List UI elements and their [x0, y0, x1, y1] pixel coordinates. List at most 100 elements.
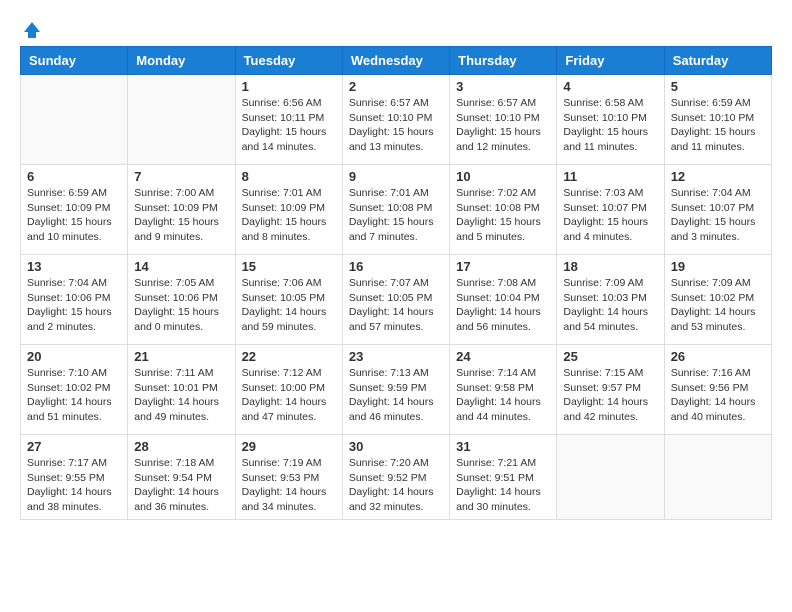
sunset: Sunset: 10:09 PM	[134, 201, 228, 216]
calendar-cell: 4 Sunrise: 6:58 AM Sunset: 10:10 PM Dayl…	[557, 75, 664, 165]
sunset: Sunset: 10:09 PM	[242, 201, 336, 216]
sunset: Sunset: 10:09 PM	[27, 201, 121, 216]
calendar-cell: 29 Sunrise: 7:19 AM Sunset: 9:53 PM Dayl…	[235, 435, 342, 520]
calendar-cell: 10 Sunrise: 7:02 AM Sunset: 10:08 PM Day…	[450, 165, 557, 255]
daylight: Daylight: 14 hours and 59 minutes.	[242, 305, 336, 334]
calendar-cell	[128, 75, 235, 165]
sunrise: Sunrise: 7:14 AM	[456, 366, 550, 381]
calendar-header: SundayMondayTuesdayWednesdayThursdayFrid…	[21, 47, 772, 75]
day-number: 29	[242, 439, 336, 454]
sunset: Sunset: 9:55 PM	[27, 471, 121, 486]
day-number: 7	[134, 169, 228, 184]
daylight: Daylight: 14 hours and 30 minutes.	[456, 485, 550, 514]
day-info: Sunrise: 7:00 AM Sunset: 10:09 PM Daylig…	[134, 186, 228, 245]
daylight: Daylight: 14 hours and 46 minutes.	[349, 395, 443, 424]
sunrise: Sunrise: 6:59 AM	[27, 186, 121, 201]
day-number: 26	[671, 349, 765, 364]
weekday-header: Sunday	[21, 47, 128, 75]
sunrise: Sunrise: 7:16 AM	[671, 366, 765, 381]
daylight: Daylight: 15 hours and 5 minutes.	[456, 215, 550, 244]
day-number: 27	[27, 439, 121, 454]
calendar-cell	[557, 435, 664, 520]
calendar-cell: 17 Sunrise: 7:08 AM Sunset: 10:04 PM Day…	[450, 255, 557, 345]
weekday-header: Saturday	[664, 47, 771, 75]
day-info: Sunrise: 7:09 AM Sunset: 10:02 PM Daylig…	[671, 276, 765, 335]
calendar-cell: 2 Sunrise: 6:57 AM Sunset: 10:10 PM Dayl…	[342, 75, 449, 165]
sunset: Sunset: 10:05 PM	[349, 291, 443, 306]
sunrise: Sunrise: 7:07 AM	[349, 276, 443, 291]
day-info: Sunrise: 7:02 AM Sunset: 10:08 PM Daylig…	[456, 186, 550, 245]
calendar-cell: 15 Sunrise: 7:06 AM Sunset: 10:05 PM Day…	[235, 255, 342, 345]
calendar-cell: 18 Sunrise: 7:09 AM Sunset: 10:03 PM Day…	[557, 255, 664, 345]
sunrise: Sunrise: 7:08 AM	[456, 276, 550, 291]
day-info: Sunrise: 7:04 AM Sunset: 10:07 PM Daylig…	[671, 186, 765, 245]
day-number: 31	[456, 439, 550, 454]
calendar-cell: 5 Sunrise: 6:59 AM Sunset: 10:10 PM Dayl…	[664, 75, 771, 165]
day-info: Sunrise: 7:05 AM Sunset: 10:06 PM Daylig…	[134, 276, 228, 335]
day-number: 11	[563, 169, 657, 184]
weekday-header: Thursday	[450, 47, 557, 75]
sunset: Sunset: 9:57 PM	[563, 381, 657, 396]
logo-icon	[22, 20, 42, 40]
calendar-cell: 23 Sunrise: 7:13 AM Sunset: 9:59 PM Dayl…	[342, 345, 449, 435]
sunrise: Sunrise: 7:09 AM	[671, 276, 765, 291]
sunrise: Sunrise: 7:20 AM	[349, 456, 443, 471]
sunrise: Sunrise: 7:18 AM	[134, 456, 228, 471]
day-number: 6	[27, 169, 121, 184]
sunset: Sunset: 10:10 PM	[349, 111, 443, 126]
calendar-row: 20 Sunrise: 7:10 AM Sunset: 10:02 PM Day…	[21, 345, 772, 435]
day-info: Sunrise: 7:21 AM Sunset: 9:51 PM Dayligh…	[456, 456, 550, 515]
calendar-row: 6 Sunrise: 6:59 AM Sunset: 10:09 PM Dayl…	[21, 165, 772, 255]
sunrise: Sunrise: 6:57 AM	[456, 96, 550, 111]
sunset: Sunset: 10:07 PM	[671, 201, 765, 216]
day-number: 22	[242, 349, 336, 364]
sunrise: Sunrise: 6:56 AM	[242, 96, 336, 111]
daylight: Daylight: 14 hours and 47 minutes.	[242, 395, 336, 424]
calendar-row: 13 Sunrise: 7:04 AM Sunset: 10:06 PM Day…	[21, 255, 772, 345]
calendar: SundayMondayTuesdayWednesdayThursdayFrid…	[20, 46, 772, 520]
day-number: 5	[671, 79, 765, 94]
sunrise: Sunrise: 7:03 AM	[563, 186, 657, 201]
sunset: Sunset: 9:51 PM	[456, 471, 550, 486]
day-info: Sunrise: 7:09 AM Sunset: 10:03 PM Daylig…	[563, 276, 657, 335]
daylight: Daylight: 15 hours and 14 minutes.	[242, 125, 336, 154]
daylight: Daylight: 14 hours and 44 minutes.	[456, 395, 550, 424]
day-number: 10	[456, 169, 550, 184]
sunset: Sunset: 10:08 PM	[349, 201, 443, 216]
sunset: Sunset: 9:54 PM	[134, 471, 228, 486]
day-info: Sunrise: 7:06 AM Sunset: 10:05 PM Daylig…	[242, 276, 336, 335]
sunset: Sunset: 10:07 PM	[563, 201, 657, 216]
sunrise: Sunrise: 7:15 AM	[563, 366, 657, 381]
sunset: Sunset: 10:11 PM	[242, 111, 336, 126]
sunset: Sunset: 9:59 PM	[349, 381, 443, 396]
sunset: Sunset: 9:58 PM	[456, 381, 550, 396]
sunset: Sunset: 10:01 PM	[134, 381, 228, 396]
daylight: Daylight: 15 hours and 12 minutes.	[456, 125, 550, 154]
calendar-cell: 6 Sunrise: 6:59 AM Sunset: 10:09 PM Dayl…	[21, 165, 128, 255]
sunrise: Sunrise: 7:17 AM	[27, 456, 121, 471]
day-info: Sunrise: 7:01 AM Sunset: 10:08 PM Daylig…	[349, 186, 443, 245]
day-number: 8	[242, 169, 336, 184]
daylight: Daylight: 15 hours and 10 minutes.	[27, 215, 121, 244]
sunset: Sunset: 9:53 PM	[242, 471, 336, 486]
daylight: Daylight: 15 hours and 13 minutes.	[349, 125, 443, 154]
calendar-cell: 27 Sunrise: 7:17 AM Sunset: 9:55 PM Dayl…	[21, 435, 128, 520]
calendar-cell: 8 Sunrise: 7:01 AM Sunset: 10:09 PM Dayl…	[235, 165, 342, 255]
daylight: Daylight: 14 hours and 40 minutes.	[671, 395, 765, 424]
day-number: 16	[349, 259, 443, 274]
day-number: 9	[349, 169, 443, 184]
sunrise: Sunrise: 7:13 AM	[349, 366, 443, 381]
calendar-cell: 24 Sunrise: 7:14 AM Sunset: 9:58 PM Dayl…	[450, 345, 557, 435]
sunrise: Sunrise: 7:01 AM	[349, 186, 443, 201]
sunrise: Sunrise: 7:11 AM	[134, 366, 228, 381]
sunset: Sunset: 10:10 PM	[563, 111, 657, 126]
day-number: 28	[134, 439, 228, 454]
day-info: Sunrise: 7:08 AM Sunset: 10:04 PM Daylig…	[456, 276, 550, 335]
calendar-cell: 12 Sunrise: 7:04 AM Sunset: 10:07 PM Day…	[664, 165, 771, 255]
daylight: Daylight: 15 hours and 8 minutes.	[242, 215, 336, 244]
sunrise: Sunrise: 6:59 AM	[671, 96, 765, 111]
calendar-cell: 3 Sunrise: 6:57 AM Sunset: 10:10 PM Dayl…	[450, 75, 557, 165]
calendar-cell: 26 Sunrise: 7:16 AM Sunset: 9:56 PM Dayl…	[664, 345, 771, 435]
daylight: Daylight: 14 hours and 53 minutes.	[671, 305, 765, 334]
day-info: Sunrise: 7:07 AM Sunset: 10:05 PM Daylig…	[349, 276, 443, 335]
